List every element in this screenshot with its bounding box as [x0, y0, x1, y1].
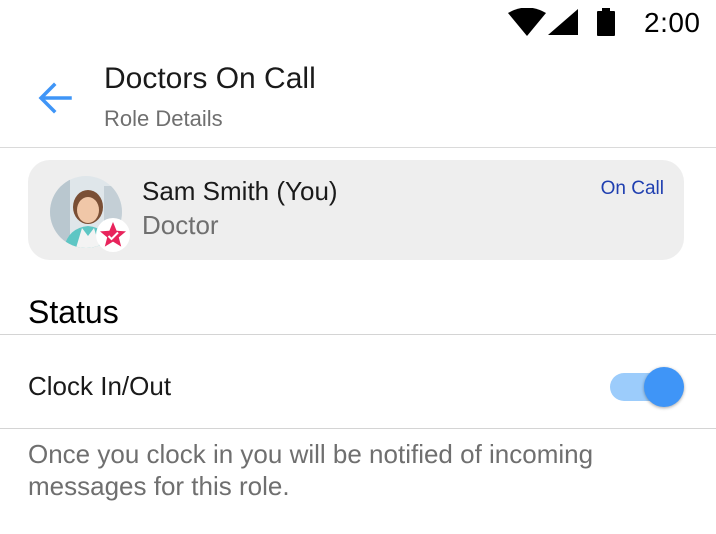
clock-in-out-label: Clock In/Out: [28, 371, 172, 401]
back-button[interactable]: [32, 74, 80, 122]
user-role: Doctor: [142, 210, 219, 240]
wifi-icon: [508, 8, 546, 36]
arrow-left-icon: [38, 82, 72, 114]
status-section-header: Status: [28, 294, 119, 330]
clock-in-help-text: Once you clock in you will be notified o…: [28, 439, 594, 501]
status-bar: 2:00: [0, 0, 716, 44]
app-bar: Doctors On Call Role Details: [0, 44, 716, 148]
page-title: Doctors On Call: [104, 62, 316, 95]
divider: [0, 428, 716, 429]
page-subtitle: Role Details: [104, 106, 223, 131]
on-call-status: On Call: [600, 178, 664, 199]
battery-icon: [597, 8, 615, 36]
user-name: Sam Smith (You): [142, 176, 338, 206]
star-icon: [100, 222, 126, 247]
status-time: 2:00: [644, 7, 701, 38]
toggle-thumb: [644, 367, 684, 407]
star-badge: [96, 218, 130, 252]
cellular-signal-icon: [548, 9, 578, 35]
clock-in-out-row[interactable]: Clock In/Out: [0, 335, 716, 428]
clock-in-out-toggle[interactable]: [610, 367, 684, 407]
